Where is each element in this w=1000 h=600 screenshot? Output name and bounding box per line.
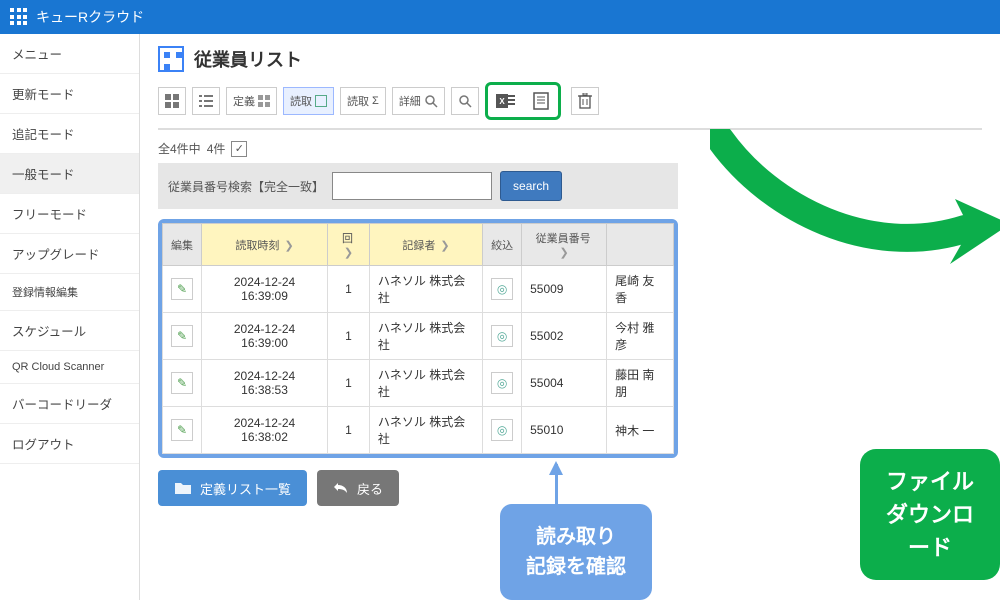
edit-button[interactable]: ✎ bbox=[171, 278, 193, 300]
cell-time: 2024-12-24 16:38:53 bbox=[202, 360, 328, 407]
cell-empnum: 55010 bbox=[522, 407, 607, 454]
edit-button[interactable]: ✎ bbox=[171, 419, 193, 441]
excel-icon: X bbox=[496, 92, 516, 110]
undo-icon bbox=[333, 481, 349, 495]
cell-name: 神木 一 bbox=[607, 407, 674, 454]
sidebar-item-general[interactable]: 一般モード bbox=[0, 154, 139, 194]
read-sum-button[interactable]: 読取 Σ bbox=[340, 87, 386, 115]
callout-download: ファイル ダウンロード bbox=[860, 449, 1000, 580]
definition-list-button[interactable]: 定義リスト一覧 bbox=[158, 470, 307, 506]
cell-time: 2024-12-24 16:39:00 bbox=[202, 313, 328, 360]
cell-time: 2024-12-24 16:39:09 bbox=[202, 266, 328, 313]
search-label: 従業員番号検索【完全一致】 bbox=[168, 178, 324, 195]
cell-recorder: ハネソル 株式会社 bbox=[369, 360, 482, 407]
search-toolbar-button[interactable] bbox=[451, 87, 479, 115]
download-group: X bbox=[485, 82, 561, 120]
filter-button[interactable]: ◎ bbox=[491, 325, 513, 347]
filter-button[interactable]: ◎ bbox=[491, 278, 513, 300]
app-title: キューRクラウド bbox=[36, 7, 144, 27]
table-row: ✎ 2024-12-24 16:38:021ハネソル 株式会社 ◎ 55010神木 一 bbox=[163, 407, 674, 454]
cell-empnum: 55002 bbox=[522, 313, 607, 360]
sidebar-item-update[interactable]: 更新モード bbox=[0, 74, 139, 114]
trash-button[interactable] bbox=[571, 87, 599, 115]
cell-count: 1 bbox=[328, 313, 370, 360]
app-header: キューRクラウド bbox=[0, 0, 1000, 34]
sidebar: メニュー 更新モード 追記モード 一般モード フリーモード アップグレード 登録… bbox=[0, 34, 140, 600]
sidebar-item-upgrade[interactable]: アップグレード bbox=[0, 234, 139, 274]
sidebar-item-reginfo[interactable]: 登録情報編集 bbox=[0, 274, 139, 311]
table-row: ✎ 2024-12-24 16:39:001ハネソル 株式会社 ◎ 55002今村 雅… bbox=[163, 313, 674, 360]
csv-icon bbox=[532, 92, 550, 110]
sidebar-item-barcode[interactable]: バーコードリーダ bbox=[0, 384, 139, 424]
detail-button[interactable]: 詳細 bbox=[392, 87, 445, 115]
col-header[interactable]: 記録者 ❯ bbox=[369, 224, 482, 266]
trash-icon bbox=[578, 93, 592, 109]
cell-empnum: 55004 bbox=[522, 360, 607, 407]
search-button[interactable]: search bbox=[500, 171, 562, 201]
col-header[interactable]: 読取時刻 ❯ bbox=[202, 224, 328, 266]
col-header[interactable] bbox=[607, 224, 674, 266]
results-table: 編集読取時刻 ❯回 ❯記録者 ❯絞込従業員番号 ❯ ✎ 2024-12-24 16… bbox=[158, 219, 678, 458]
csv-download-button[interactable] bbox=[526, 87, 556, 115]
sidebar-item-scanner[interactable]: QR Cloud Scanner bbox=[0, 351, 139, 384]
select-all-check[interactable]: ✓ bbox=[231, 141, 247, 157]
toolbar: 定義 読取 読取 Σ 詳細 X bbox=[158, 82, 982, 130]
list-view-button[interactable] bbox=[192, 87, 220, 115]
col-header[interactable]: 絞込 bbox=[483, 224, 522, 266]
back-button[interactable]: 戻る bbox=[317, 470, 399, 506]
cell-time: 2024-12-24 16:38:02 bbox=[202, 407, 328, 454]
cell-name: 藤田 南朋 bbox=[607, 360, 674, 407]
sidebar-item-menu[interactable]: メニュー bbox=[0, 34, 139, 74]
cell-name: 今村 雅彦 bbox=[607, 313, 674, 360]
cell-recorder: ハネソル 株式会社 bbox=[369, 407, 482, 454]
filter-button[interactable]: ◎ bbox=[491, 372, 513, 394]
folder-icon bbox=[174, 481, 192, 495]
cell-recorder: ハネソル 株式会社 bbox=[369, 266, 482, 313]
excel-download-button[interactable]: X bbox=[490, 87, 522, 115]
sidebar-item-schedule[interactable]: スケジュール bbox=[0, 311, 139, 351]
search-bar: 従業員番号検索【完全一致】 search bbox=[158, 163, 678, 209]
main-content: 従業員リスト 定義 読取 読取 Σ 詳細 X 全4件中 4件 ✓ 従業員番号検索… bbox=[140, 34, 1000, 600]
table-row: ✎ 2024-12-24 16:38:531ハネソル 株式会社 ◎ 55004藤田 南… bbox=[163, 360, 674, 407]
sidebar-item-append[interactable]: 追記モード bbox=[0, 114, 139, 154]
cell-recorder: ハネソル 株式会社 bbox=[369, 313, 482, 360]
cell-empnum: 55009 bbox=[522, 266, 607, 313]
col-header[interactable]: 従業員番号 ❯ bbox=[522, 224, 607, 266]
edit-button[interactable]: ✎ bbox=[171, 325, 193, 347]
definition-button[interactable]: 定義 bbox=[226, 87, 277, 115]
read-qr-button[interactable]: 読取 bbox=[283, 87, 334, 115]
cell-count: 1 bbox=[328, 360, 370, 407]
arrow-annotation bbox=[710, 129, 1000, 309]
col-header[interactable]: 回 ❯ bbox=[328, 224, 370, 266]
sidebar-item-logout[interactable]: ログアウト bbox=[0, 424, 139, 464]
count-shown: 4件 bbox=[207, 140, 226, 157]
cell-name: 尾崎 友香 bbox=[607, 266, 674, 313]
page-title: 従業員リスト bbox=[194, 46, 302, 72]
qr-icon bbox=[158, 46, 184, 72]
search-input[interactable] bbox=[332, 172, 492, 200]
cell-count: 1 bbox=[328, 407, 370, 454]
filter-button[interactable]: ◎ bbox=[491, 419, 513, 441]
grid-view-button[interactable] bbox=[158, 87, 186, 115]
count-total: 全4件中 bbox=[158, 140, 201, 157]
apps-grid-icon bbox=[10, 8, 28, 26]
callout-records: 読み取り 記録を確認 bbox=[500, 504, 652, 600]
svg-text:X: X bbox=[499, 97, 505, 106]
col-header[interactable]: 編集 bbox=[163, 224, 202, 266]
edit-button[interactable]: ✎ bbox=[171, 372, 193, 394]
table-row: ✎ 2024-12-24 16:39:091ハネソル 株式会社 ◎ 55009尾崎 友… bbox=[163, 266, 674, 313]
cell-count: 1 bbox=[328, 266, 370, 313]
sidebar-item-free[interactable]: フリーモード bbox=[0, 194, 139, 234]
